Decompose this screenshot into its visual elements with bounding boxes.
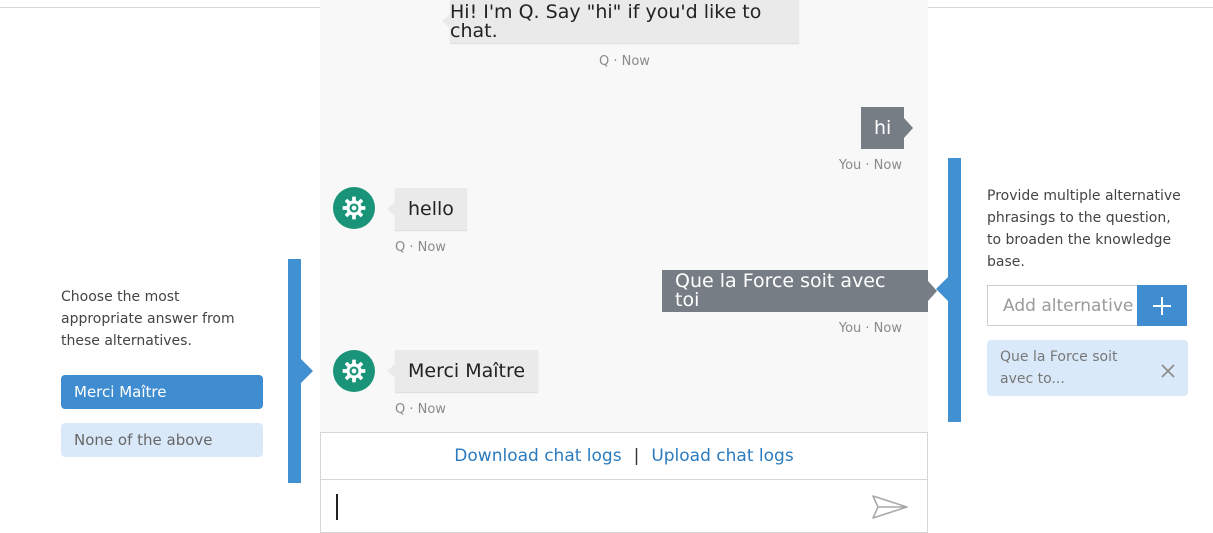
- alternative-chip: Que la Force soit avec to...: [987, 340, 1188, 396]
- message-input[interactable]: [331, 486, 861, 526]
- message-meta: Q · Now: [599, 54, 650, 69]
- message-text: Hi! I'm Q. Say "hi" if you'd like to cha…: [450, 0, 762, 42]
- message-text: Que la Force soit avec toi: [675, 270, 886, 311]
- add-alternative-button[interactable]: [1137, 285, 1187, 326]
- chat-log-links: Download chat logs | Upload chat logs: [320, 432, 928, 480]
- right-callout-bar: [936, 158, 961, 422]
- user-message: hi: [861, 107, 914, 149]
- chat-transcript[interactable]: Hi! I'm Q. Say "hi" if you'd like to cha…: [320, 0, 937, 432]
- message-meta: You · Now: [838, 158, 902, 173]
- add-alternative-input[interactable]: [987, 285, 1138, 326]
- bot-avatar: [333, 350, 375, 392]
- download-chat-logs-link[interactable]: Download chat logs: [454, 446, 621, 466]
- bot-message: Hi! I'm Q. Say "hi" if you'd like to cha…: [442, 0, 799, 43]
- message-meta: Q · Now: [395, 402, 446, 417]
- choose-answer-instruction: Choose the most appropriate answer from …: [61, 289, 235, 349]
- close-icon[interactable]: [1161, 364, 1175, 378]
- message-text: hello: [408, 197, 454, 220]
- link-separator: |: [633, 446, 640, 466]
- answer-option-none-of-the-above[interactable]: None of the above: [61, 423, 263, 457]
- alternatives-instruction: Provide multiple alternative phrasings t…: [987, 188, 1181, 270]
- upload-chat-logs-link[interactable]: Upload chat logs: [651, 446, 793, 466]
- answer-option-label: Merci Maître: [74, 383, 167, 401]
- left-callout-bar: [288, 259, 313, 483]
- message-text: hi: [874, 116, 892, 139]
- message-meta: Q · Now: [395, 240, 446, 255]
- bot-message: Merci Maître: [386, 350, 539, 392]
- bot-message: hello: [387, 188, 467, 230]
- user-message: Que la Force soit avec toi: [662, 270, 937, 312]
- send-icon[interactable]: [871, 494, 909, 520]
- plus-icon: [1153, 296, 1171, 315]
- answer-option-label: None of the above: [74, 431, 213, 449]
- bot-avatar: [333, 187, 375, 229]
- gear-icon: [342, 196, 366, 220]
- text-caret: [336, 494, 338, 520]
- message-composer: [320, 480, 928, 533]
- alternative-text: Que la Force soit avec to...: [1000, 349, 1118, 387]
- gear-icon: [342, 359, 366, 383]
- message-meta: You · Now: [838, 321, 902, 336]
- answer-option-merci-maitre[interactable]: Merci Maître: [61, 375, 263, 409]
- message-text: Merci Maître: [408, 359, 526, 382]
- chat-window: Hi! I'm Q. Say "hi" if you'd like to cha…: [320, 0, 937, 533]
